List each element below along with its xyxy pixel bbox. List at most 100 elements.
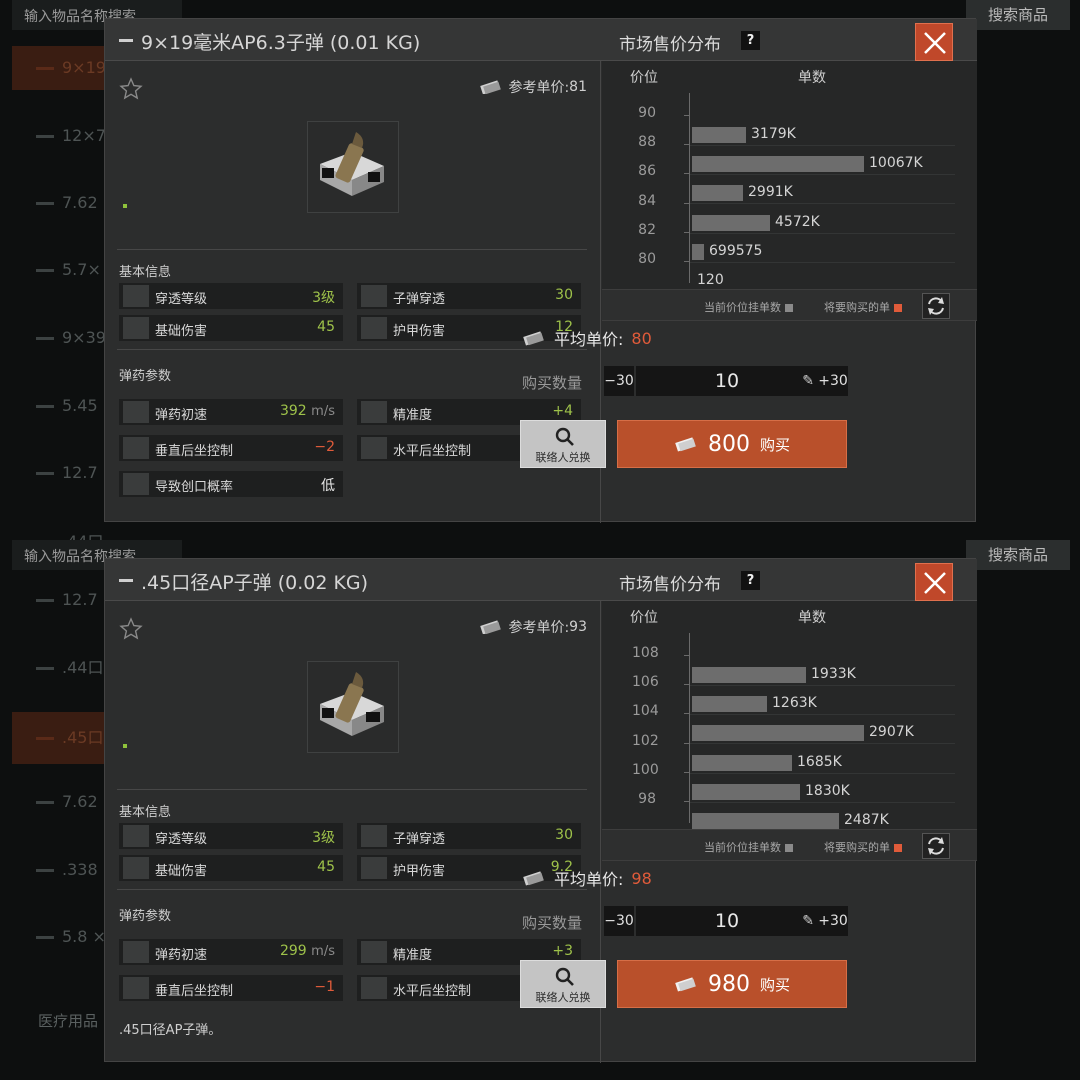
background-list-item[interactable]: 5.7×	[12, 248, 112, 292]
legend-swatch	[894, 304, 902, 312]
legend-label: 当前价位挂单数	[704, 841, 781, 854]
quantity-decrease-button[interactable]: −30	[604, 366, 634, 396]
stat-value: 392 m/s	[280, 403, 335, 419]
contact-exchange-button[interactable]: 联络人兑换	[520, 420, 606, 468]
close-button[interactable]	[915, 23, 953, 61]
price-column-header: 价位	[630, 70, 658, 86]
average-price-label: 平均单价:	[554, 870, 624, 889]
background-list-item[interactable]: .338	[12, 848, 112, 892]
quantity-input[interactable]: 10 ✎	[636, 366, 818, 396]
background-list-item[interactable]: 9×39	[12, 316, 112, 360]
order-count-bar[interactable]	[692, 813, 839, 829]
title-dash-icon	[119, 39, 133, 42]
market-title: 市场售价分布	[619, 575, 721, 595]
buy-button[interactable]: 800 购买	[617, 420, 847, 468]
quantity-input[interactable]: 10 ✎	[636, 906, 818, 936]
quantity-increase-button[interactable]: +30	[818, 906, 848, 936]
bar-value-label: 2907K	[869, 724, 914, 741]
basic-info-heading: 基本信息	[119, 265, 172, 280]
average-price: 平均单价: 98	[522, 866, 652, 890]
pencil-icon: ✎	[802, 373, 814, 389]
legend-current-orders: 当前价位挂单数	[704, 839, 793, 855]
bar-value-label: 699575	[709, 242, 763, 259]
stat-name: 基础伤害	[155, 864, 208, 879]
divider	[117, 349, 587, 350]
background-search-button[interactable]: 搜索商品	[966, 0, 1070, 30]
legend-swatch	[785, 844, 793, 852]
background-list-item[interactable]: 12.7	[12, 451, 112, 495]
legend-to-buy: 将要购买的单	[824, 299, 902, 315]
quantity-decrease-button[interactable]: −30	[604, 906, 634, 936]
count-column-header: 单数	[798, 610, 826, 626]
ammo-params-heading: 弹药参数	[119, 909, 172, 924]
order-count-bar[interactable]	[692, 243, 704, 260]
background-list-item[interactable]: 7.62	[12, 181, 112, 225]
order-count-bar[interactable]	[692, 754, 792, 771]
item-header: .45口径AP子弹 (0.02 KG)	[105, 559, 601, 601]
money-icon	[480, 620, 502, 635]
stat-value: 30	[555, 287, 573, 303]
y-tick-mark	[684, 144, 689, 146]
background-list-item[interactable]: .44口径	[12, 520, 112, 540]
background-search-button[interactable]: 搜索商品	[966, 540, 1070, 570]
order-count-bar[interactable]	[692, 185, 743, 202]
background-list-item[interactable]: .44口	[12, 646, 112, 690]
help-icon[interactable]: ?	[741, 571, 760, 590]
stat-name: 水平后坐控制	[393, 444, 472, 459]
stat-value: 45	[317, 859, 335, 875]
vertical-recoil-icon	[123, 437, 149, 459]
horizontal-recoil-icon	[361, 437, 387, 459]
close-button[interactable]	[915, 563, 953, 601]
screenshot-top: 输入物品名称搜索 搜索商品 9×19 12×7 7.62 5.7× 9×39 5…	[0, 0, 1080, 540]
stat-value: +4	[552, 403, 573, 419]
order-count-bar[interactable]	[692, 783, 800, 800]
y-tick-mark	[684, 655, 689, 656]
favorite-star-icon[interactable]	[119, 617, 143, 641]
order-count-bar[interactable]	[692, 696, 767, 713]
bullet-penetration-icon	[361, 825, 387, 847]
order-count-bar[interactable]	[692, 725, 864, 742]
bar-value-label: 10067K	[869, 155, 923, 172]
order-count-bar[interactable]	[692, 127, 746, 143]
y-tick-mark	[684, 231, 689, 233]
close-icon	[924, 32, 946, 54]
quantity-value: 10	[714, 910, 740, 932]
background-list-item[interactable]: 5.45	[12, 384, 112, 428]
background-category[interactable]: 医疗用品	[38, 1010, 98, 1031]
background-list-item[interactable]: 5.8 ×	[12, 915, 112, 959]
order-count-bar[interactable]	[692, 667, 806, 683]
stat-name: 精准度	[393, 408, 433, 423]
money-icon	[675, 437, 696, 452]
bar-value-label: 1263K	[772, 695, 817, 712]
buy-button[interactable]: 980 购买	[617, 960, 847, 1008]
quantity-value: 10	[714, 370, 740, 392]
contact-exchange-button[interactable]: 联络人兑换	[520, 960, 606, 1008]
stat-muzzle-velocity: 弹药初速 392 m/s	[119, 399, 343, 425]
background-list-item[interactable]: 7.62	[12, 780, 112, 824]
broken-heart-icon	[123, 857, 149, 879]
background-list-item[interactable]: 12.7	[12, 578, 112, 622]
stat-name: 子弹穿透	[393, 292, 446, 307]
refresh-button[interactable]	[922, 293, 950, 319]
background-list-item[interactable]: .45口	[12, 712, 112, 764]
average-price-value: 80	[631, 328, 652, 348]
refresh-button[interactable]	[922, 833, 950, 859]
favorite-star-icon[interactable]	[119, 77, 143, 101]
quantity-increase-button[interactable]: +30	[818, 366, 848, 396]
search-icon	[555, 427, 574, 446]
stat-unit: m/s	[311, 944, 335, 959]
stat-value: 45	[317, 319, 335, 335]
order-count-bar[interactable]	[692, 156, 864, 173]
chart-legend: 当前价位挂单数 将要购买的单	[602, 829, 977, 861]
background-list-item[interactable]: 9×19	[12, 46, 112, 90]
grid-line	[690, 743, 955, 745]
bullet-box-icon	[320, 132, 384, 196]
y-tick-mark	[684, 173, 689, 175]
bar-value-label: 120	[697, 272, 724, 288]
quantity-label: 购买数量	[522, 914, 583, 932]
search-icon	[555, 967, 574, 986]
help-icon[interactable]: ?	[741, 31, 760, 50]
item-description: .45口径AP子弹。	[119, 1023, 222, 1038]
background-list-item[interactable]: 12×7	[12, 114, 112, 158]
order-count-bar[interactable]	[692, 214, 770, 231]
